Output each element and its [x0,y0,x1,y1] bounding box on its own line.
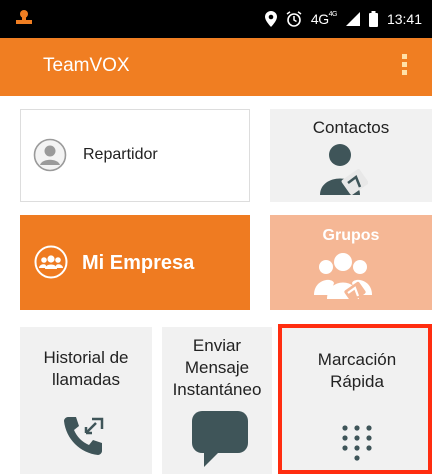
contactos-tile[interactable]: Contactos [270,109,432,202]
mi-empresa-label: Mi Empresa [82,252,195,274]
message-bubble-icon [190,411,250,467]
enviar-mensaje-tile[interactable]: Enviar Mensaje Instantáneo [162,327,272,474]
historial-label: Historial de llamadas [43,348,129,389]
marcacion-rapida-label: Marcación Rápida [317,350,397,391]
network-type-label: 4G4G [310,11,338,27]
app-bar: TeamVOX [0,38,432,96]
contactos-label: Contactos [312,118,390,137]
group-people-icon [314,251,372,305]
alarm-icon [286,11,302,27]
location-icon [264,11,277,27]
person-notification-icon [14,9,34,29]
dialpad-icon [340,423,374,461]
enviar-mensaje-label: Enviar Mensaje Instantáneo [172,336,262,399]
clock-time: 13:41 [386,11,422,27]
repartidor-tile[interactable]: Repartidor [20,109,250,202]
grupos-tile[interactable]: Grupos [270,215,432,310]
mi-empresa-tile[interactable]: Mi Empresa [20,215,250,310]
user-avatar-icon [33,138,67,172]
call-history-icon [62,413,106,457]
overflow-menu-icon[interactable] [400,54,408,80]
app-title: TeamVOX [43,55,130,76]
repartidor-label: Repartidor [83,146,158,163]
signal-icon [345,12,360,26]
contact-person-icon [318,143,369,195]
battery-icon [368,11,378,27]
historial-llamadas-tile[interactable]: Historial de llamadas [20,327,152,474]
marcacion-rapida-tile[interactable]: Marcación Rápida [282,327,432,474]
status-bar: 4G4G 13:41 [0,0,432,38]
company-group-icon [34,245,68,279]
grupos-label: Grupos [322,227,380,244]
